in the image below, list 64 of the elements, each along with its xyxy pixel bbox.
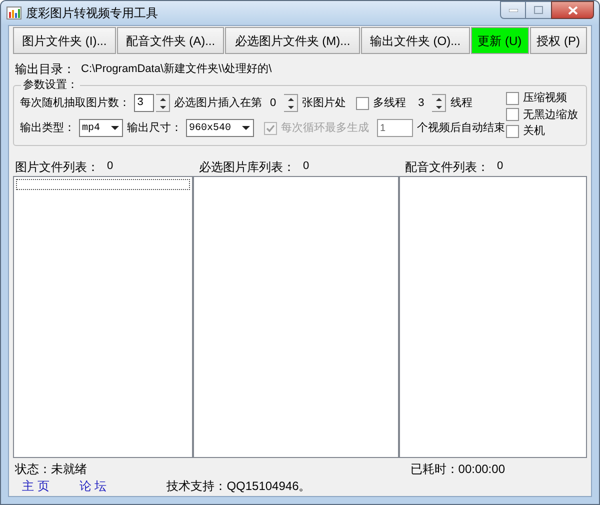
status-text: 状态：未就绪 bbox=[15, 461, 87, 478]
toolbar-button[interactable]: 图片文件夹 (I)... bbox=[13, 27, 116, 54]
app-icon bbox=[6, 5, 22, 21]
spin-down-button[interactable] bbox=[432, 103, 446, 112]
close-icon bbox=[568, 6, 578, 14]
toolbar-button[interactable]: 配音文件夹 (A)... bbox=[116, 27, 224, 54]
nav-link[interactable]: 论 坛 bbox=[79, 476, 107, 494]
maximize-icon bbox=[534, 6, 543, 14]
down-arrow-icon bbox=[436, 106, 442, 108]
output-dir-label: 输出目录： bbox=[15, 61, 75, 78]
window-title: 度彩图片转视频专用工具 bbox=[26, 5, 158, 22]
spin-up-button[interactable] bbox=[432, 94, 446, 103]
toolbar-button[interactable]: 更新 (U) bbox=[470, 27, 529, 54]
checkbox-label: 无黑边缩放 bbox=[523, 108, 578, 122]
down-arrow-icon bbox=[160, 106, 166, 108]
toolbar-button[interactable]: 授权 (P) bbox=[530, 27, 588, 54]
checkbox-label: 关机 bbox=[523, 124, 545, 139]
spin-up-button[interactable] bbox=[156, 94, 170, 103]
spin-down-button[interactable] bbox=[156, 103, 170, 112]
list-count: 0 bbox=[303, 159, 310, 174]
nav-link[interactable]: 主 页 bbox=[22, 476, 50, 494]
check-icon bbox=[266, 124, 276, 132]
count-field[interactable]: 1 bbox=[377, 119, 414, 137]
field-label: 必选图片插入在第 bbox=[174, 96, 262, 111]
minimize-button[interactable] bbox=[500, 1, 526, 19]
focused-row[interactable] bbox=[16, 179, 190, 190]
checkbox-label: 多线程 bbox=[373, 96, 406, 111]
file-list[interactable] bbox=[13, 176, 193, 458]
field-label: 输出尺寸： bbox=[127, 120, 182, 136]
dropdown[interactable]: mp4 bbox=[79, 119, 124, 137]
checkbox[interactable] bbox=[506, 92, 519, 105]
up-arrow-icon bbox=[160, 98, 166, 100]
up-arrow-icon bbox=[288, 98, 294, 100]
field-label: 线程 bbox=[450, 96, 472, 111]
elapsed-time: 已耗时：00:00:00 bbox=[410, 461, 505, 478]
list-heading: 必选图片库列表： bbox=[199, 159, 295, 176]
down-arrow-icon bbox=[288, 106, 294, 108]
spin-down-button[interactable] bbox=[284, 103, 298, 112]
dropdown[interactable]: 960x540 bbox=[186, 119, 254, 137]
field-label: 个视频后自动结束 bbox=[417, 120, 506, 136]
maximize-button[interactable] bbox=[526, 1, 551, 19]
spin-up-button[interactable] bbox=[284, 94, 298, 103]
field-label: 张图片处 bbox=[302, 96, 346, 111]
list-heading: 配音文件列表： bbox=[405, 159, 489, 176]
number-field[interactable]: 3 bbox=[134, 94, 154, 112]
checkbox[interactable] bbox=[356, 96, 370, 110]
spin-value: 3 bbox=[418, 96, 424, 111]
checkbox[interactable] bbox=[506, 108, 519, 122]
list-count: 0 bbox=[107, 159, 114, 174]
minimize-icon bbox=[508, 8, 518, 12]
list-heading: 图片文件列表： bbox=[15, 159, 99, 176]
spin-value: 0 bbox=[270, 96, 276, 111]
toolbar-button[interactable]: 输出文件夹 (O)... bbox=[360, 27, 470, 54]
output-dir-path: C:\ProgramData\新建文件夹\\处理好的\ bbox=[81, 62, 272, 77]
up-arrow-icon bbox=[436, 98, 442, 100]
field-label: 每次随机抽取图片数： bbox=[20, 96, 130, 111]
toolbar-button[interactable]: 必选图片文件夹 (M)... bbox=[225, 27, 360, 54]
checkbox-label: 压缩视频 bbox=[523, 90, 567, 106]
checkbox[interactable] bbox=[506, 124, 519, 138]
checkbox-label: 每次循环最多生成 bbox=[281, 120, 370, 136]
field-label: 输出类型： bbox=[20, 120, 75, 136]
support-text: 技术支持：QQ15104946。 bbox=[166, 478, 311, 494]
close-button[interactable] bbox=[551, 1, 594, 19]
list-count: 0 bbox=[497, 159, 504, 174]
